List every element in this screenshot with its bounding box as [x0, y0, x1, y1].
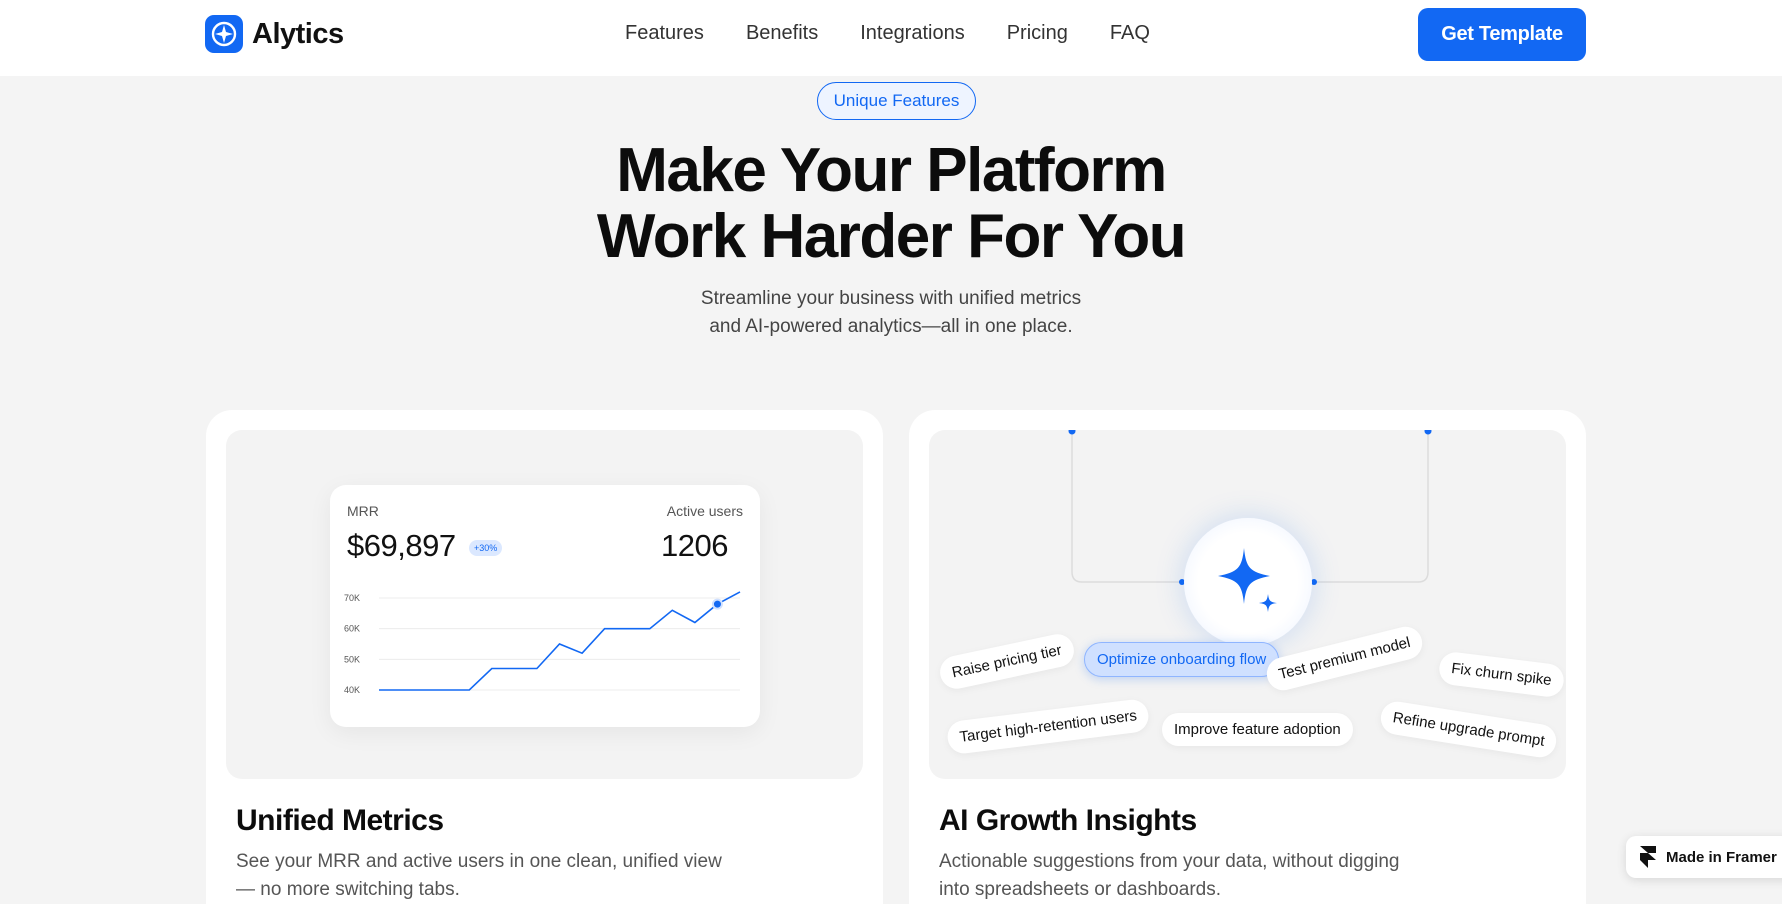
metrics-preview: MRR $69,897 +30% Active users 1206 70K 60… — [226, 430, 863, 779]
nav-link-pricing[interactable]: Pricing — [1007, 22, 1068, 45]
framer-icon — [1640, 846, 1656, 868]
logo-icon — [205, 15, 243, 53]
brand-logo[interactable]: Alytics — [205, 15, 344, 53]
ai-preview: Raise pricing tier Optimize onboarding f… — [929, 430, 1566, 779]
nav-links: Features Benefits Integrations Pricing F… — [625, 22, 1192, 45]
get-template-button[interactable]: Get Template — [1418, 8, 1586, 61]
sparkle-icon — [1218, 548, 1277, 612]
y-tick-label: 60K — [344, 624, 360, 634]
mrr-line-chart: 70K 60K 50K 40K — [344, 591, 741, 695]
series-line — [379, 591, 741, 691]
hero-subtitle: Streamline your business with unified me… — [0, 285, 1782, 341]
nav-link-features[interactable]: Features — [625, 22, 704, 45]
card-description-line1: See your MRR and active users in one cle… — [236, 851, 722, 872]
connector-dot — [1068, 430, 1076, 435]
metrics-widget: MRR $69,897 +30% Active users 1206 70K 60… — [330, 485, 760, 727]
mrr-label: MRR — [347, 503, 379, 519]
ai-orb — [1184, 518, 1312, 646]
card-description-line2: into spreadsheets or dashboards. — [939, 879, 1222, 900]
framer-badge-label: Made in Framer — [1666, 848, 1777, 866]
card-description: Actionable suggestions from your data, w… — [939, 848, 1459, 904]
hero-subtitle-line1: Streamline your business with unified me… — [700, 288, 1082, 309]
nav-link-faq[interactable]: FAQ — [1110, 22, 1150, 45]
connector-dot — [1424, 430, 1432, 435]
hero-subtitle-line2: and AI-powered analytics—all in one plac… — [709, 316, 1073, 337]
ai-growth-insights-card: Raise pricing tier Optimize onboarding f… — [909, 410, 1586, 904]
nav-link-benefits[interactable]: Benefits — [746, 22, 818, 45]
card-description: See your MRR and active users in one cle… — [236, 848, 756, 904]
hero-title-line2: Work Harder For You — [596, 202, 1187, 271]
y-tick-label: 50K — [344, 654, 360, 664]
top-nav: Alytics Features Benefits Integrations P… — [0, 0, 1782, 76]
unified-metrics-card: MRR $69,897 +30% Active users 1206 70K 60… — [206, 410, 883, 904]
card-description-line2: — no more switching tabs. — [236, 879, 460, 900]
y-tick-label: 40K — [344, 685, 360, 695]
hero-title: Make Your Platform Work Harder For You — [0, 138, 1782, 270]
section-badge: Unique Features — [817, 82, 976, 120]
insight-chip-active[interactable]: Optimize onboarding flow — [1084, 642, 1280, 677]
active-users-label: Active users — [666, 503, 743, 519]
made-in-framer-badge[interactable]: Made in Framer — [1626, 836, 1782, 878]
mrr-delta-badge: +30% — [469, 540, 503, 556]
insight-chip[interactable]: Improve feature adoption — [1162, 713, 1353, 746]
nav-link-integrations[interactable]: Integrations — [860, 22, 965, 45]
card-description-line1: Actionable suggestions from your data, w… — [939, 851, 1400, 872]
highlight-point — [711, 598, 723, 610]
card-title: AI Growth Insights — [939, 804, 1197, 837]
y-tick-label: 70K — [344, 593, 360, 603]
active-users-value: 1206 — [661, 528, 728, 563]
hero-title-line1: Make Your Platform — [616, 136, 1167, 205]
card-title: Unified Metrics — [236, 804, 444, 837]
brand-name: Alytics — [252, 17, 344, 50]
mrr-value: $69,897 — [347, 528, 456, 563]
